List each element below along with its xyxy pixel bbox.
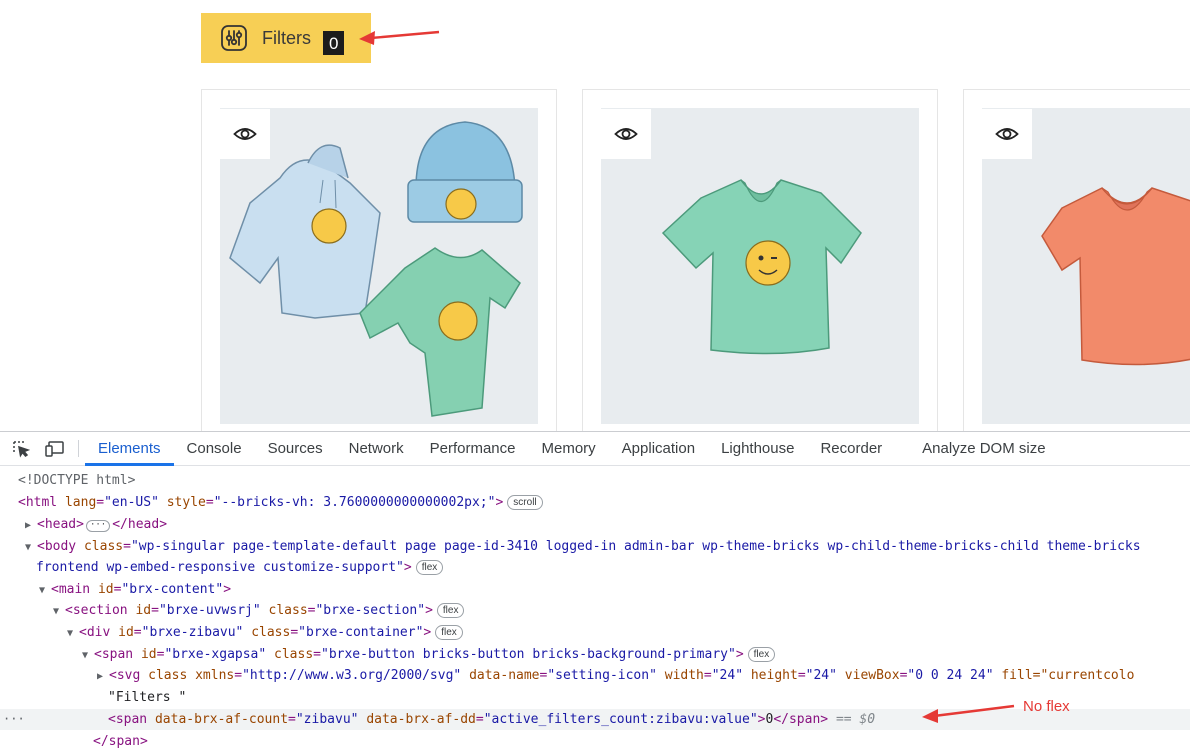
expanded-triangle-icon[interactable]: ▼	[39, 580, 51, 601]
close-span-text: </span>	[93, 734, 148, 749]
device-toolbar-icon[interactable]	[38, 432, 72, 465]
tab-recorder[interactable]: Recorder	[807, 432, 895, 465]
annotation-arrow-count	[359, 30, 440, 45]
annotation-no-flex: No flex	[1023, 698, 1070, 715]
main-id-value: "brx-content"	[121, 582, 224, 597]
af-dd-value: "active_filters_count:zibavu:value"	[483, 712, 758, 727]
eye-icon	[233, 128, 257, 140]
filters-label: Filters	[262, 27, 311, 48]
flex-badge[interactable]: flex	[435, 625, 463, 640]
tab-network[interactable]: Network	[336, 432, 417, 465]
page-preview: Filters 0	[0, 0, 1190, 431]
dom-node-body[interactable]: ▼ <body class="wp-singular page-template-…	[25, 536, 1141, 557]
dom-node-head[interactable]: ▶ <head> ··· </head>	[25, 514, 167, 535]
svg-height-value: "24"	[805, 668, 837, 683]
expanded-triangle-icon[interactable]: ▼	[82, 645, 94, 666]
body-class-value-cont: frontend wp-embed-responsive customize-s…	[36, 560, 404, 575]
svg-data-name-value: "setting-icon"	[547, 668, 657, 683]
toolbar-divider	[78, 440, 79, 457]
product-card[interactable]	[963, 89, 1190, 431]
tab-sources[interactable]: Sources	[255, 432, 336, 465]
dom-node-body-cont[interactable]: frontend wp-embed-responsive customize-s…	[36, 557, 444, 578]
active-filters-count: 0	[323, 31, 345, 55]
section-class-value: "brxe-section"	[315, 603, 426, 618]
collapsed-triangle-icon[interactable]: ▶	[97, 666, 109, 687]
tab-lighthouse[interactable]: Lighthouse	[708, 432, 807, 465]
console-ref-text: == $0	[835, 712, 876, 727]
dom-node-html[interactable]: <html lang="en-US" style="--bricks-vh: 3…	[18, 492, 543, 513]
span-id-value: "brxe-xgapsa"	[164, 647, 267, 662]
html-lang-value: "en-US"	[104, 495, 159, 510]
flex-badge[interactable]: flex	[436, 603, 465, 618]
tab-analyze-dom-size[interactable]: Analyze DOM size	[909, 432, 1058, 465]
flex-badge[interactable]: flex	[747, 647, 776, 662]
svg-xmlns-value: "http://www.w3.org/2000/svg"	[242, 668, 462, 683]
svg-width-value: "24"	[711, 668, 744, 683]
expanded-triangle-icon[interactable]: ▼	[25, 537, 37, 558]
expanded-triangle-icon[interactable]: ▼	[67, 623, 79, 644]
dom-node-close-span[interactable]: </span>	[93, 731, 148, 752]
ellipsis-icon[interactable]: ···	[85, 520, 111, 532]
devtools-toolbar: Elements Console Sources Network Perform…	[0, 432, 1190, 466]
product-card[interactable]	[582, 89, 938, 431]
flex-badge[interactable]: flex	[415, 560, 444, 575]
span-class-value: "brxe-button bricks-button bricks-backgr…	[321, 647, 736, 662]
div-id-value: "brxe-zibavu"	[141, 625, 244, 640]
dom-node-main[interactable]: ▼ <main id="brx-content">	[39, 579, 231, 600]
devtools-panel: Elements Console Sources Network Perform…	[0, 431, 1190, 752]
scroll-badge[interactable]: scroll	[507, 495, 543, 510]
tab-elements[interactable]: Elements	[85, 432, 174, 466]
svg-class-attr: class	[148, 668, 188, 683]
collapsed-triangle-icon[interactable]: ▶	[25, 515, 37, 536]
svg-fill-attr: fill="currentcolo	[1001, 668, 1135, 683]
dom-node-svg[interactable]: ▶ <svg class xmlns="http://www.w3.org/200…	[97, 665, 1134, 686]
eye-icon	[995, 128, 1019, 140]
dom-node-section[interactable]: ▼ <section id="brxe-uvwsrj" class="brxe-s…	[53, 600, 465, 622]
filters-button[interactable]: Filters 0	[201, 13, 371, 63]
dom-node-div[interactable]: ▼ <div id="brxe-zibavu" class="brxe-conta…	[67, 622, 463, 643]
quick-view-button[interactable]	[982, 109, 1032, 159]
more-options-icon[interactable]: ···	[3, 709, 25, 730]
text-node-value: "Filters "	[108, 690, 187, 705]
div-class-value: "brxe-container"	[298, 625, 424, 640]
dom-text-node[interactable]: "Filters "	[108, 687, 186, 708]
doctype-text: <!DOCTYPE html>	[18, 473, 136, 488]
dom-node-doctype[interactable]: <!DOCTYPE html>	[18, 470, 135, 491]
quick-view-button[interactable]	[601, 109, 651, 159]
tab-console[interactable]: Console	[174, 432, 255, 465]
eye-icon	[614, 128, 638, 140]
dom-node-span-button[interactable]: ▼ <span id="brxe-xgapsa" class="brxe-butt…	[82, 644, 776, 666]
tab-memory[interactable]: Memory	[529, 432, 609, 465]
inspect-element-icon[interactable]	[4, 432, 38, 465]
af-count-value: "zibavu"	[295, 712, 359, 727]
tab-application[interactable]: Application	[609, 432, 708, 465]
settings-sliders-icon	[220, 24, 248, 52]
expanded-triangle-icon[interactable]: ▼	[53, 601, 65, 622]
annotation-arrow-no-flex	[922, 704, 1015, 723]
quick-view-button[interactable]	[220, 109, 270, 159]
section-id-value: "brxe-uvwsrj"	[158, 603, 261, 618]
svg-viewbox-value: "0 0 24 24"	[907, 668, 994, 683]
tab-performance[interactable]: Performance	[417, 432, 529, 465]
body-class-value: "wp-singular page-template-default page …	[130, 539, 1141, 554]
product-card[interactable]	[201, 89, 557, 431]
html-style-value: "--bricks-vh: 3.7600000000000002px;"	[213, 495, 496, 510]
